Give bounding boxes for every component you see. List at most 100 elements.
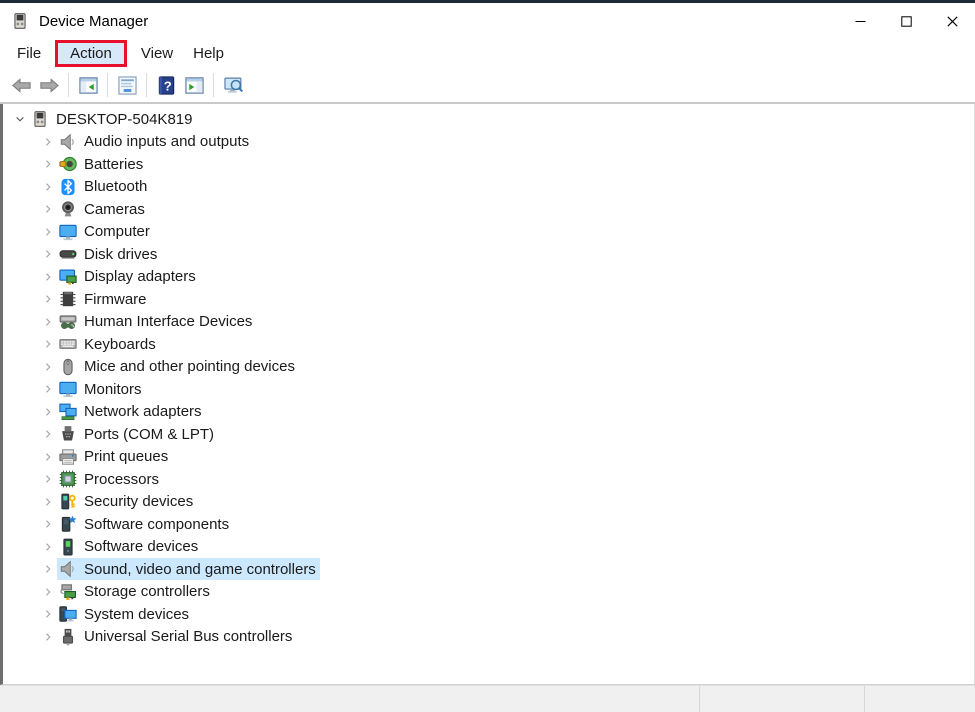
tree-item[interactable]: Software devices	[3, 536, 974, 559]
scan-icon	[223, 76, 244, 95]
tree-item[interactable]: Mice and other pointing devices	[3, 356, 974, 379]
battery-icon	[59, 155, 77, 173]
tree-item[interactable]: System devices	[3, 603, 974, 626]
tree-item[interactable]: Firmware	[3, 288, 974, 311]
close-button[interactable]	[929, 3, 975, 39]
chevron-right-icon[interactable]	[39, 425, 57, 443]
tree-item[interactable]: Audio inputs and outputs	[3, 131, 974, 154]
chevron-right-icon[interactable]	[39, 133, 57, 151]
help-button[interactable]: ?	[152, 71, 180, 99]
chevron-right-icon[interactable]	[39, 448, 57, 466]
menu-bar: File Action View Help	[0, 39, 975, 68]
scan-hardware-changes-button[interactable]	[219, 71, 247, 99]
tree-item[interactable]: Keyboards	[3, 333, 974, 356]
chevron-right-icon[interactable]	[39, 178, 57, 196]
chevron-right-icon[interactable]	[39, 538, 57, 556]
chevron-right-icon[interactable]	[39, 223, 57, 241]
maximize-button[interactable]	[883, 3, 929, 39]
toolbar: ?	[0, 68, 975, 104]
chevron-right-icon[interactable]	[39, 628, 57, 646]
device-manager-icon	[11, 12, 29, 30]
chevron-right-icon[interactable]	[39, 245, 57, 263]
processor-icon	[59, 470, 77, 488]
firmware-icon	[59, 290, 77, 308]
properties-button[interactable]	[113, 71, 141, 99]
minimize-button[interactable]	[837, 3, 883, 39]
properties-icon	[117, 75, 138, 95]
security-icon	[59, 493, 77, 511]
tree-item-label: Firmware	[84, 290, 147, 308]
chevron-right-icon[interactable]	[39, 493, 57, 511]
show-hide-console-tree-button[interactable]	[74, 71, 102, 99]
back-arrow-icon	[11, 76, 32, 95]
device-manager-window: Device Manager File Action View Help ? D…	[0, 0, 975, 712]
tree-item[interactable]: Bluetooth	[3, 176, 974, 199]
monitor-icon	[59, 380, 77, 398]
tree-item-label: Universal Serial Bus controllers	[84, 628, 293, 646]
printer-icon	[59, 448, 77, 466]
toolbar-separator	[213, 73, 214, 97]
chevron-right-icon[interactable]	[39, 380, 57, 398]
forward-button[interactable]	[35, 71, 63, 99]
maximize-icon	[900, 15, 912, 27]
menu-item[interactable]: Help	[183, 42, 234, 65]
back-button[interactable]	[7, 71, 35, 99]
storage-icon	[59, 583, 77, 601]
tree-item[interactable]: Security devices	[3, 491, 974, 514]
chevron-right-icon[interactable]	[39, 200, 57, 218]
console-tree-icon	[78, 76, 99, 95]
mouse-icon	[59, 358, 77, 376]
tree-item-label: Software components	[84, 515, 230, 533]
tree-item-label: Disk drives	[84, 245, 158, 263]
display-adapter-icon	[59, 268, 77, 286]
tree-item[interactable]: Network adapters	[3, 401, 974, 424]
tree-item[interactable]: Sound, video and game controllers	[3, 558, 974, 581]
chevron-right-icon[interactable]	[39, 313, 57, 331]
chevron-right-icon[interactable]	[39, 515, 57, 533]
tree-item[interactable]: Software components	[3, 513, 974, 536]
tree-item[interactable]: Cameras	[3, 198, 974, 221]
chevron-right-icon[interactable]	[39, 358, 57, 376]
minimize-icon	[855, 16, 866, 27]
menu-item[interactable]: File	[7, 42, 51, 65]
chevron-right-icon[interactable]	[39, 155, 57, 173]
chevron-right-icon[interactable]	[39, 268, 57, 286]
tree-item[interactable]: Processors	[3, 468, 974, 491]
help-icon: ?	[156, 75, 177, 95]
chevron-down-icon[interactable]	[11, 110, 29, 128]
title-bar: Device Manager	[0, 3, 975, 39]
chevron-right-icon[interactable]	[39, 605, 57, 623]
tree-item-label: Computer	[84, 223, 150, 241]
status-section	[865, 686, 975, 712]
tree-root-computer[interactable]: DESKTOP-504K819	[3, 108, 974, 131]
tree-item[interactable]: Display adapters	[3, 266, 974, 289]
tree-item[interactable]: Storage controllers	[3, 581, 974, 604]
computer-device-icon	[31, 110, 49, 128]
chevron-right-icon[interactable]	[39, 335, 57, 353]
tree-item[interactable]: Print queues	[3, 446, 974, 469]
chevron-right-icon[interactable]	[39, 290, 57, 308]
tree-item[interactable]: Disk drives	[3, 243, 974, 266]
tree-item[interactable]: Monitors	[3, 378, 974, 401]
menu-item[interactable]: Action	[55, 40, 127, 67]
chevron-right-icon[interactable]	[39, 560, 57, 578]
monitor-icon	[59, 223, 77, 241]
tree-item-label: Software devices	[84, 538, 199, 556]
hid-icon	[59, 313, 77, 331]
status-bar	[0, 685, 975, 712]
tree-item[interactable]: Batteries	[3, 153, 974, 176]
tree-item-label: Cameras	[84, 200, 145, 218]
chevron-right-icon[interactable]	[39, 583, 57, 601]
svg-text:?: ?	[163, 78, 171, 93]
chevron-right-icon[interactable]	[39, 403, 57, 421]
tree-item[interactable]: Computer	[3, 221, 974, 244]
tree-item-label: Batteries	[84, 155, 144, 173]
tree-item-label: Security devices	[84, 493, 194, 511]
menu-item[interactable]: View	[131, 42, 183, 65]
tree-item[interactable]: Universal Serial Bus controllers	[3, 626, 974, 649]
chevron-right-icon[interactable]	[39, 470, 57, 488]
usb-icon	[59, 628, 77, 646]
tree-item[interactable]: Human Interface Devices	[3, 311, 974, 334]
show-hide-action-pane-button[interactable]	[180, 71, 208, 99]
tree-item[interactable]: Ports (COM & LPT)	[3, 423, 974, 446]
